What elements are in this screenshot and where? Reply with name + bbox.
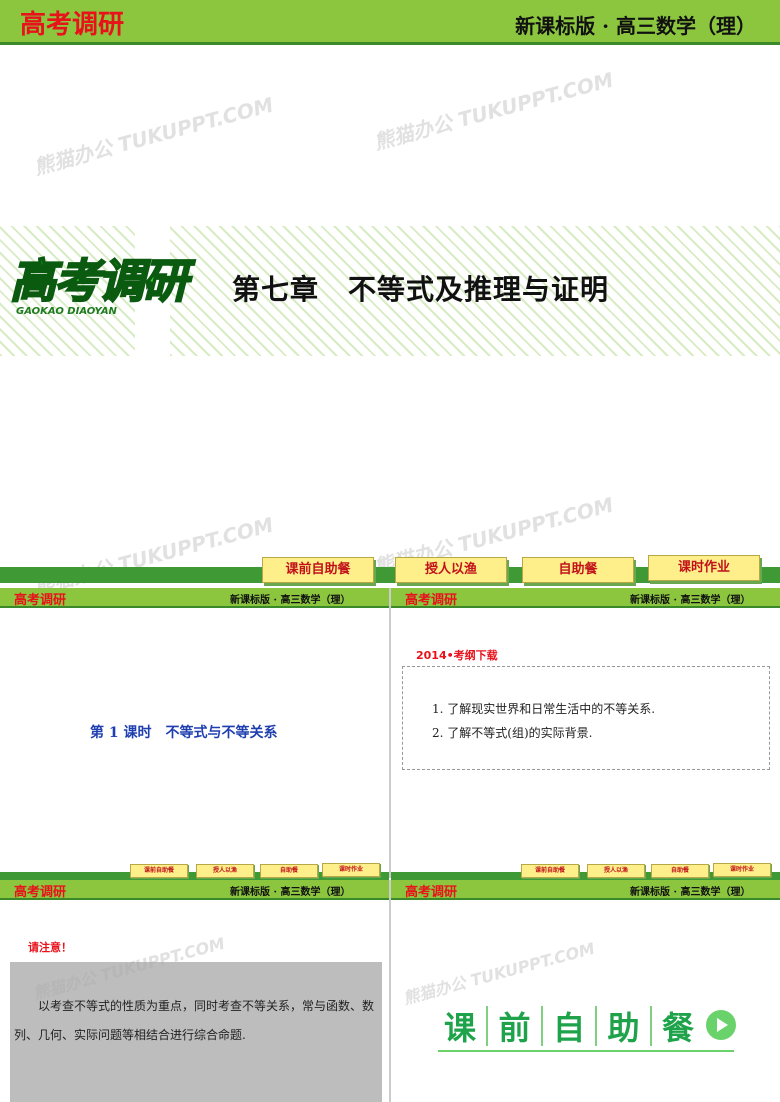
slide2-brand: 高考调研	[14, 593, 67, 608]
slide2-nav-homework[interactable]: 课时作业	[322, 863, 380, 877]
slide2-nav-teach[interactable]: 授人以渔	[196, 864, 254, 878]
brand-title: 高考调研	[20, 10, 125, 40]
notice-heading: 请注意！	[28, 941, 72, 954]
slide-divider	[389, 880, 391, 1102]
nav-button-self[interactable]: 自助餐	[522, 557, 634, 583]
banner-separator	[649, 1006, 652, 1046]
slide4-brand: 高考调研	[14, 885, 67, 900]
play-icon[interactable]	[706, 1010, 736, 1040]
slide3-subject: 新课标版 · 高三数学（理）	[630, 595, 751, 606]
nav-button-homework[interactable]: 课时作业	[648, 555, 760, 581]
syllabus-item: 1. 了解现实世界和日常生活中的不等关系.	[432, 702, 656, 716]
banner-char: 餐	[661, 1009, 694, 1047]
slide3-nav-homework[interactable]: 课时作业	[713, 863, 771, 877]
gaokao-logo: 高考调研 GAOKAO DIAOYAN	[9, 254, 210, 326]
slide4-subject: 新课标版 · 高三数学（理）	[230, 887, 351, 898]
lesson-title: 第 1 课时 不等式与不等关系	[90, 725, 278, 741]
slide2-nav-preclass[interactable]: 课前自助餐	[130, 864, 188, 878]
slide3-nav-self[interactable]: 自助餐	[651, 864, 709, 878]
watermark: 熊猫办公 TUKUPPT.COM	[401, 938, 597, 1009]
banner-char: 前	[498, 1009, 531, 1047]
slide3-nav-preclass[interactable]: 课前自助餐	[521, 864, 579, 878]
banner-separator	[595, 1006, 598, 1046]
banner-char: 助	[607, 1009, 640, 1047]
banner-char: 课	[444, 1009, 477, 1047]
watermark: 熊猫办公 TUKUPPT.COM	[371, 67, 616, 155]
section-banner[interactable]: 课 前 自 助 餐	[438, 1000, 736, 1052]
slide3-nav-teach[interactable]: 授人以渔	[587, 864, 645, 878]
slide2-subject: 新课标版 · 高三数学（理）	[230, 595, 351, 606]
subject-label: 新课标版 · 高三数学（理）	[515, 14, 756, 38]
banner-char: 自	[552, 1009, 585, 1047]
nav-button-teach[interactable]: 授人以渔	[395, 557, 507, 583]
slide-divider	[389, 588, 391, 878]
slide2-nav-self[interactable]: 自助餐	[260, 864, 318, 878]
watermark: 熊猫办公 TUKUPPT.COM	[31, 92, 276, 180]
nav-button-preclass[interactable]: 课前自助餐	[262, 557, 374, 583]
banner-separator	[540, 1006, 543, 1046]
chapter-title: 第七章 不等式及推理与证明	[232, 273, 610, 306]
slide3-brand: 高考调研	[405, 593, 458, 608]
slide5-subject: 新课标版 · 高三数学（理）	[630, 887, 751, 898]
banner-chars: 课 前 自 助 餐	[444, 1004, 694, 1048]
banner-separator	[486, 1006, 489, 1046]
notice-body: 以考查不等式的性质为重点，同时考查不等关系，常与函数、数列、几何、实际问题等相结…	[14, 999, 375, 1042]
logo-text: 高考调研	[9, 254, 189, 308]
banner-underline	[438, 1050, 734, 1052]
slide5-brand: 高考调研	[405, 885, 458, 900]
syllabus-heading: 2014•考纲下载	[416, 649, 498, 662]
syllabus-item: 2. 了解不等式(组)的实际背景.	[432, 726, 593, 740]
syllabus-box	[402, 666, 770, 770]
watermark: 熊猫办公 TUKUPPT.COM	[31, 512, 276, 600]
